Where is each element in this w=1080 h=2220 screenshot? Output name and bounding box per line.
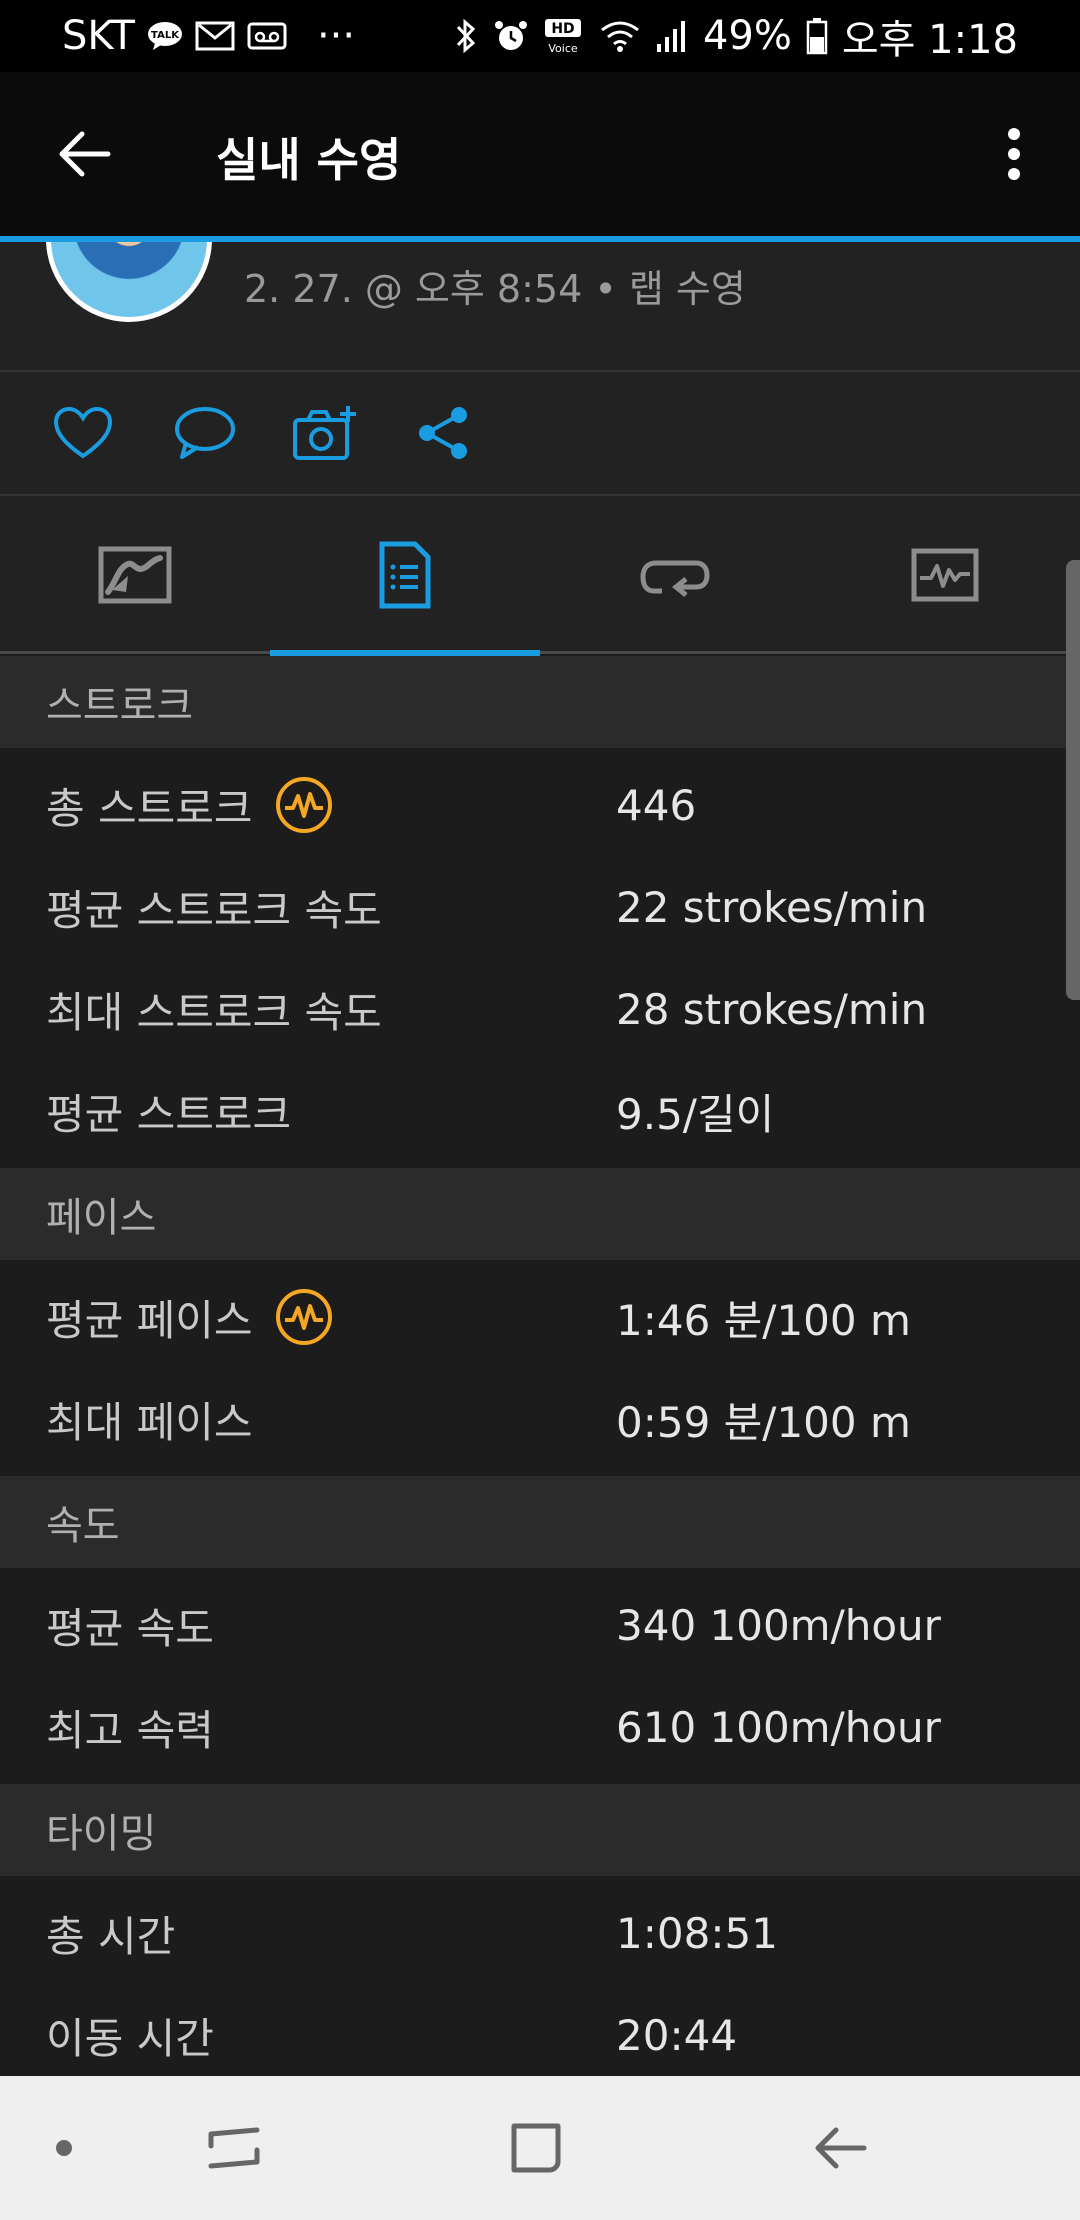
stat-row-max-pace: 최대 페이스 0:59 분/100 m	[0, 1368, 1080, 1470]
chart-icon	[911, 548, 979, 602]
activity-avatar[interactable]	[46, 242, 212, 322]
stat-value: 22 strokes/min	[616, 882, 928, 932]
app-bar: 실내 수영	[0, 72, 1080, 242]
system-navigation-bar	[0, 2076, 1080, 2220]
heart-icon	[53, 406, 113, 459]
stat-label: 평균 스트로크	[46, 1089, 292, 1139]
tab-charts[interactable]	[810, 496, 1080, 654]
comment-button[interactable]	[172, 400, 238, 466]
stat-value: 610 100m/hour	[616, 1702, 941, 1752]
chart-badge-icon[interactable]	[275, 776, 333, 834]
comment-icon	[175, 407, 235, 459]
recent-apps-icon	[208, 2127, 260, 2169]
tab-map[interactable]	[0, 496, 270, 654]
clock: 오후 1:18	[841, 17, 1018, 63]
back-button[interactable]	[44, 114, 124, 194]
activity-header: 2. 27. @ 오후 8:54 • 랩 수영	[0, 242, 1080, 372]
carrier-label: SKT	[62, 13, 135, 59]
stat-row-moving-time: 이동 시간 20:44	[0, 1984, 1080, 2086]
stat-value: 0:59 분/100 m	[616, 1397, 911, 1447]
alarm-icon	[493, 18, 529, 54]
section-header-strokes: 스트로크	[0, 656, 1080, 748]
kakaotalk-icon: TALK	[147, 21, 183, 51]
stat-label: 평균 페이스	[46, 1295, 253, 1345]
map-icon	[98, 546, 172, 604]
activity-subtitle: 2. 27. @ 오후 8:54 • 랩 수영	[244, 267, 746, 311]
section-header-timing: 타이밍	[0, 1784, 1080, 1876]
stat-label: 평균 속도	[46, 1603, 214, 1653]
wifi-icon	[599, 18, 641, 54]
stat-row-max-stroke-rate: 최대 스트로크 속도 28 strokes/min	[0, 958, 1080, 1060]
page-title: 실내 수영	[216, 133, 402, 187]
home-button[interactable]	[486, 2098, 586, 2198]
stat-row-avg-speed: 평균 속도 340 100m/hour	[0, 1574, 1080, 1676]
recent-apps-button[interactable]	[184, 2098, 284, 2198]
voicemail-icon	[247, 20, 287, 52]
stat-row-avg-pace: 평균 페이스 1:46 분/100 m	[0, 1266, 1080, 1368]
stat-value: 340 100m/hour	[616, 1600, 941, 1650]
home-square-icon	[511, 2123, 561, 2173]
hd-voice-icon: HD Voice	[543, 17, 585, 55]
action-bar	[0, 372, 1080, 496]
stat-row-avg-strokes: 평균 스트로크 9.5/길이	[0, 1060, 1080, 1162]
signal-icon	[655, 18, 689, 54]
stat-label: 이동 시간	[46, 2013, 214, 2063]
stat-row-avg-stroke-rate: 평균 스트로크 속도 22 strokes/min	[0, 856, 1080, 958]
battery-icon	[806, 17, 828, 55]
stat-label: 최대 페이스	[46, 1397, 253, 1447]
add-photo-button[interactable]	[292, 400, 358, 466]
like-button[interactable]	[50, 400, 116, 466]
svg-text:HD: HD	[551, 21, 574, 37]
svg-text:TALK: TALK	[151, 30, 180, 41]
section-header-pace: 페이스	[0, 1168, 1080, 1260]
status-bar: SKT TALK ··· HD Voice 49% 오후 1:18	[0, 0, 1080, 72]
share-icon	[419, 407, 467, 459]
arrow-left-icon	[59, 131, 111, 177]
more-notifications: ···	[316, 13, 356, 59]
laps-loop-icon	[640, 560, 710, 597]
battery-percent: 49%	[702, 13, 792, 59]
tab-details[interactable]	[270, 496, 540, 654]
section-header-speed: 속도	[0, 1476, 1080, 1568]
stat-row-total-time: 총 시간 1:08:51	[0, 1882, 1080, 1984]
stat-label: 최고 속력	[46, 1705, 214, 1755]
stat-value: 20:44	[616, 2010, 738, 2060]
back-arrow-icon	[815, 2127, 867, 2169]
stat-value: 1:08:51	[616, 1908, 778, 1958]
detail-tabs	[0, 496, 1080, 654]
overflow-menu-button[interactable]	[984, 114, 1044, 194]
stat-value: 446	[616, 780, 697, 830]
stat-value: 1:46 분/100 m	[616, 1295, 911, 1345]
system-back-button[interactable]	[790, 2098, 890, 2198]
stat-value: 28 strokes/min	[616, 984, 928, 1034]
bluetooth-icon	[453, 17, 479, 55]
stat-label: 총 시간	[46, 1911, 176, 1961]
mail-icon	[195, 20, 235, 52]
share-button[interactable]	[410, 400, 476, 466]
details-document-icon	[379, 541, 431, 609]
stat-label: 최대 스트로크 속도	[46, 987, 382, 1037]
nav-indicator-dot	[14, 2098, 114, 2198]
stats-list[interactable]: 스트로크 총 스트로크 446 평균 스트로크 속도 22 strokes/mi…	[0, 656, 1080, 2086]
stat-value: 9.5/길이	[616, 1089, 775, 1139]
dot-icon	[56, 2140, 72, 2156]
stat-row-total-strokes: 총 스트로크 446	[0, 754, 1080, 856]
scrollbar-thumb[interactable]	[1066, 560, 1080, 1000]
stat-label: 평균 스트로크 속도	[46, 885, 382, 935]
camera-add-icon	[293, 406, 356, 460]
more-vert-icon	[1008, 128, 1020, 180]
svg-text:Voice: Voice	[548, 42, 578, 55]
chart-badge-icon[interactable]	[275, 1288, 333, 1346]
stat-label: 총 스트로크	[46, 783, 253, 833]
stat-row-max-speed: 최고 속력 610 100m/hour	[0, 1676, 1080, 1778]
tab-laps[interactable]	[540, 496, 810, 654]
